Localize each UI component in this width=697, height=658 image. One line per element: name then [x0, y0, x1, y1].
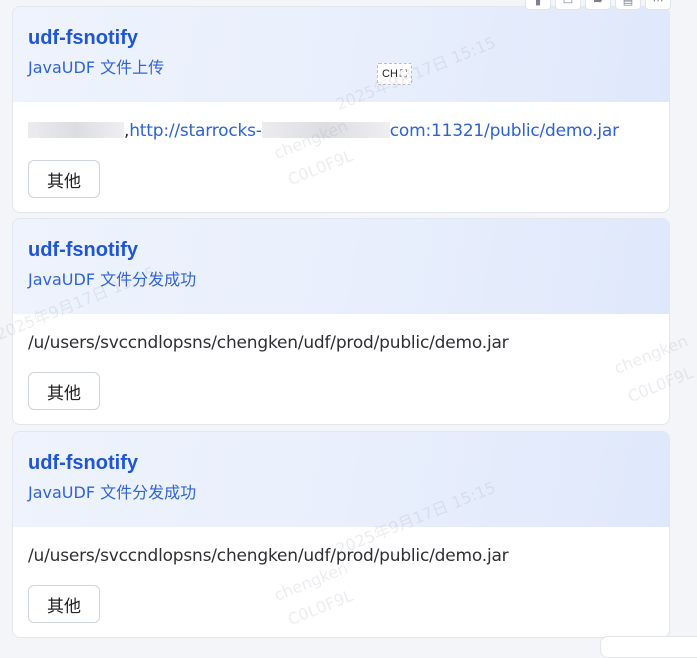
card-subtitle: JavaUDF 文件分发成功 [28, 270, 197, 289]
other-button[interactable]: 其他 [28, 585, 100, 623]
other-button[interactable]: 其他 [28, 372, 100, 410]
redacted-text [28, 122, 124, 138]
share-icon[interactable]: ➦ [585, 0, 611, 10]
copy-icon[interactable]: ▮ [525, 0, 551, 10]
card-header: udf-fsnotify JavaUDF 文件分发成功 [13, 432, 669, 527]
card-body-text: ,http://starrocks-com:11321/public/demo.… [28, 116, 654, 146]
more-icon[interactable]: ⋯ [645, 0, 671, 10]
card-body: ,http://starrocks-com:11321/public/demo.… [13, 102, 669, 198]
other-button[interactable]: 其他 [28, 160, 100, 198]
ime-language-label: CH [382, 68, 398, 80]
notification-card: udf-fsnotify JavaUDF 文件分发成功 /u/users/svc… [12, 218, 670, 425]
card-title: udf-fsnotify [28, 27, 138, 49]
card-body-text: /u/users/svccndlopsns/chengken/udf/prod/… [28, 333, 509, 353]
card-header: udf-fsnotify JavaUDF 文件分发成功 [13, 219, 669, 314]
delete-icon[interactable]: ▤ [615, 0, 641, 10]
redacted-link-part [261, 122, 390, 138]
link-suffix[interactable]: com:11321/public/demo.jar [390, 121, 619, 141]
next-card-edge [600, 636, 697, 658]
ime-indicator[interactable]: CH ⛶ [377, 63, 412, 85]
card-body: /u/users/svccndlopsns/chengken/udf/prod/… [13, 314, 669, 410]
card-title: udf-fsnotify [28, 452, 138, 474]
message-toolbar: ▮ ▭ ➦ ▤ ⋯ [525, 0, 671, 10]
card-title: udf-fsnotify [28, 239, 138, 261]
notification-card: udf-fsnotify JavaUDF 文件分发成功 /u/users/svc… [12, 431, 670, 638]
jar-link[interactable]: http://starrocks-com:11321/public/demo.j… [129, 121, 619, 141]
card-body: /u/users/svccndlopsns/chengken/udf/prod/… [13, 527, 669, 623]
card-subtitle: JavaUDF 文件上传 [28, 58, 165, 77]
card-body-text: /u/users/svccndlopsns/chengken/udf/prod/… [28, 546, 509, 566]
card-subtitle: JavaUDF 文件分发成功 [28, 483, 197, 502]
link-prefix[interactable]: http://starrocks- [129, 121, 262, 141]
expand-icon[interactable]: ⛶ [400, 69, 407, 80]
comment-icon[interactable]: ▭ [555, 0, 581, 10]
card-header: udf-fsnotify JavaUDF 文件上传 CH ⛶ [13, 7, 669, 102]
notification-card: udf-fsnotify JavaUDF 文件上传 CH ⛶ ,http://s… [12, 6, 670, 213]
